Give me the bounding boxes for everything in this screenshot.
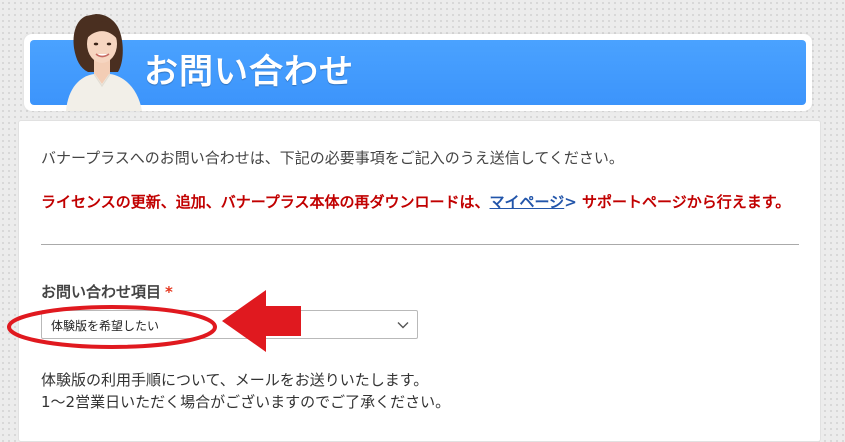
inquiry-description: 体験版の利用手順について、メールをお送りいたします。 1～2営業日いただく場合が… [41,369,450,413]
woman-avatar-icon [66,14,142,111]
page-title: お問い合わせ [144,52,354,92]
description-line-1: 体験版の利用手順について、メールをお送りいたします。 [41,371,429,389]
inquiry-type-label: お問い合わせ項目 * [41,281,173,302]
notice-text-after: サポートページから行えます。 [576,193,791,211]
license-notice: ライセンスの更新、追加、バナープラス本体の再ダウンロードは、マイページ> サポー… [41,191,801,213]
chevron-down-icon [397,322,409,329]
description-line-2: 1～2営業日いただく場合がございますのでご了承ください。 [41,393,451,411]
notice-text-before: ライセンスの更新、追加、バナープラス本体の再ダウンロードは、 [41,193,490,211]
required-asterisk: * [165,283,173,301]
notice-arrow-glyph: > [564,193,577,211]
inquiry-type-select[interactable]: 体験版を希望したい [41,310,418,339]
contact-form-panel: バナープラスへのお問い合わせは、下記の必要事項をご記入のうえ送信してください。 … [18,120,821,442]
inquiry-type-selected-value: 体験版を希望したい [51,319,160,333]
inquiry-type-label-text: お問い合わせ項目 [41,283,162,301]
mypage-link[interactable]: マイページ [490,193,565,211]
section-divider [41,244,799,245]
intro-text: バナープラスへのお問い合わせは、下記の必要事項をご記入のうえ送信してください。 [41,149,624,167]
